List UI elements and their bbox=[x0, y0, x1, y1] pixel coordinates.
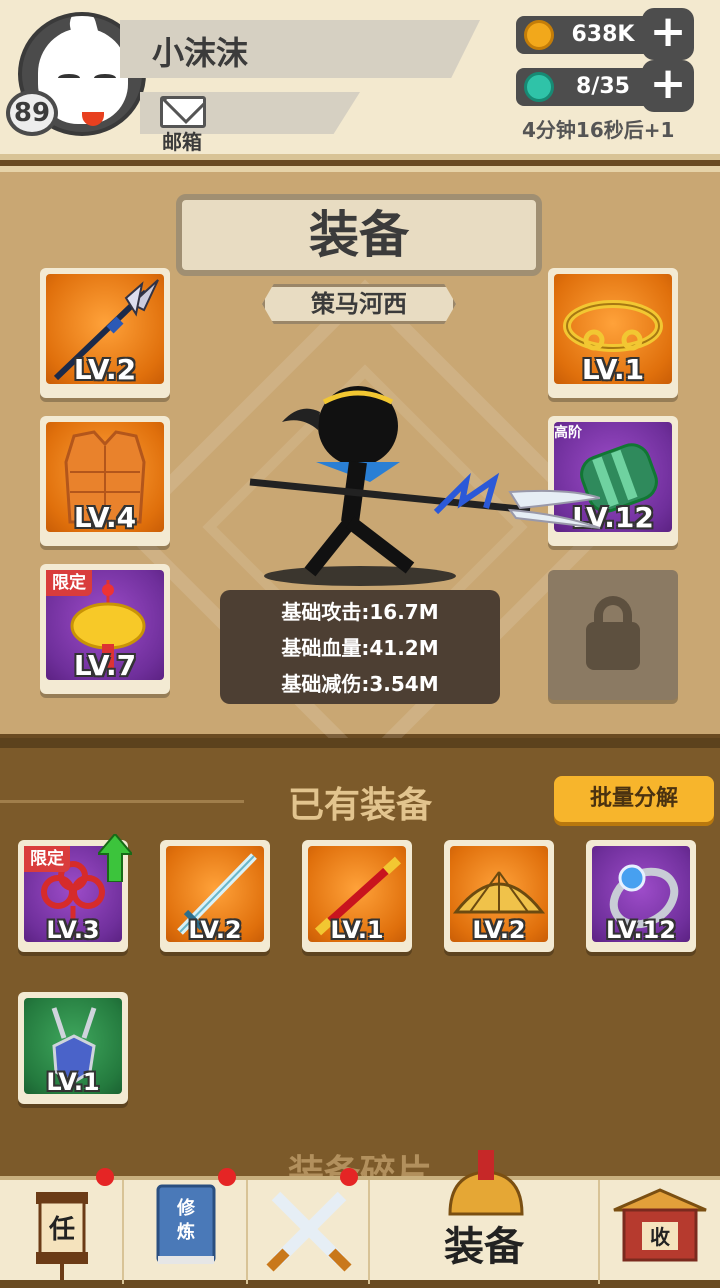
lock-icon bbox=[586, 622, 640, 670]
inventory-section: 已有装备 批量分解 装备碎片 bbox=[0, 738, 720, 1194]
inventory-item[interactable]: LV.2 bbox=[444, 840, 554, 952]
task-scroll-label: 任 bbox=[48, 1215, 75, 1245]
inventory-item[interactable]: LV.1 bbox=[302, 840, 412, 952]
task-scroll-icon: 任 bbox=[36, 1192, 88, 1280]
avatar-eye-left bbox=[58, 74, 80, 82]
inventory-item[interactable]: LV.2 bbox=[160, 840, 270, 952]
coin-value: 638K bbox=[571, 22, 635, 47]
training-book-label-1: 修 bbox=[176, 1197, 196, 1219]
item-level: LV.1 bbox=[330, 916, 384, 944]
stat-damage-reduction: 基础减伤:3.54M bbox=[281, 672, 439, 696]
item-level: LV.12 bbox=[606, 916, 676, 944]
equip-slot-weapon[interactable]: LV.2 bbox=[40, 268, 170, 398]
nav-training[interactable]: 修炼 bbox=[124, 1168, 248, 1284]
base-stats-box: 基础攻击:16.7M 基础血量:41.2M 基础减伤:3.54M bbox=[220, 590, 500, 704]
add-coins-button[interactable]: + bbox=[642, 8, 694, 60]
outfit-name-plate: 策马河西 bbox=[262, 284, 456, 324]
player-level-badge: 89 bbox=[6, 90, 58, 136]
equipment-panel: 装备 策马河西 LV.2 LV.4 限定 LV.7 LV.1 高阶 LV.12 bbox=[0, 166, 720, 775]
collect-shop-label: 收 bbox=[650, 1225, 670, 1249]
mail-envelope-icon[interactable] bbox=[160, 96, 206, 128]
outfit-name: 策马河西 bbox=[311, 290, 407, 318]
avatar-eye-right bbox=[94, 74, 116, 82]
collect-shop-icon: 收 bbox=[613, 1188, 707, 1262]
crossed-swords-icon bbox=[266, 1191, 352, 1272]
inventory-item[interactable]: LV.12 bbox=[586, 840, 696, 952]
bulk-dismantle-button[interactable]: 批量分解 bbox=[554, 776, 714, 822]
stat-attack: 基础攻击:16.7M bbox=[281, 600, 439, 624]
equip-slot-armor[interactable]: LV.4 bbox=[40, 416, 170, 546]
slot-level: LV.7 bbox=[73, 649, 137, 682]
energy-refill-timer: 4分钟16秒后+1 bbox=[522, 118, 675, 142]
stat-hp: 基础血量:41.2M bbox=[281, 636, 439, 660]
equip-slot-accessory[interactable]: 限定 LV.7 bbox=[40, 564, 170, 694]
item-level: LV.1 bbox=[46, 1068, 100, 1096]
add-energy-button[interactable]: + bbox=[642, 60, 694, 112]
nav-equipment-label: 装备 bbox=[444, 1224, 524, 1270]
item-level: LV.2 bbox=[472, 916, 526, 944]
training-book-label-2: 炼 bbox=[177, 1221, 195, 1243]
coin-counter: 638K + bbox=[516, 8, 694, 60]
notification-dot bbox=[218, 1168, 236, 1186]
item-level: LV.2 bbox=[188, 916, 242, 944]
player-name: 小沫沫 bbox=[152, 34, 249, 72]
inventory-item[interactable]: LV.1 bbox=[18, 992, 128, 1104]
slot-level: LV.4 bbox=[73, 501, 137, 534]
equipment-title-plate: 装备 bbox=[176, 194, 542, 276]
item-level: LV.3 bbox=[46, 916, 100, 944]
nav-collect[interactable]: 收 bbox=[600, 1180, 720, 1284]
notification-dot bbox=[340, 1168, 358, 1186]
upgrade-arrow-icon bbox=[98, 834, 132, 882]
top-bar: 89 小沫沫 邮箱 638K + 8/35 + 4分钟16秒后+1 bbox=[0, 0, 720, 160]
equipment-title: 装备 bbox=[309, 206, 409, 264]
nav-battle[interactable] bbox=[248, 1168, 370, 1284]
nav-equipment-active[interactable]: 装备 bbox=[370, 1150, 600, 1284]
mail-label[interactable]: 邮箱 bbox=[162, 126, 202, 155]
energy-value: 8/35 bbox=[576, 74, 630, 99]
bottom-nav: 任 修炼 装备 收 bbox=[0, 1150, 720, 1284]
limited-tag: 限定 bbox=[24, 846, 70, 872]
stickman-character bbox=[249, 386, 600, 586]
energy-orb-icon bbox=[524, 72, 554, 102]
slot-level: LV.2 bbox=[73, 353, 137, 386]
energy-counter: 8/35 + bbox=[516, 60, 694, 112]
notification-dot bbox=[96, 1168, 114, 1186]
limited-tag: 限定 bbox=[46, 570, 92, 596]
training-book-icon: 修炼 bbox=[156, 1184, 216, 1264]
nav-tasks[interactable]: 任 bbox=[0, 1168, 124, 1284]
coin-icon bbox=[524, 20, 554, 50]
